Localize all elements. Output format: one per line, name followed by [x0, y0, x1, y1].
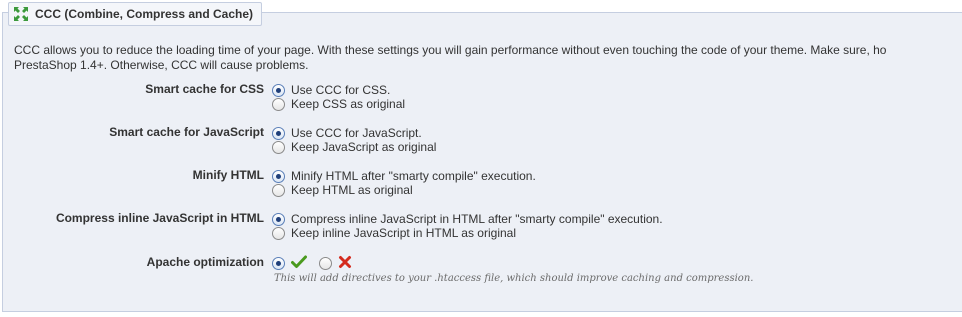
description-line-1: CCC allows you to reduce the loading tim… [14, 43, 887, 57]
option-css-keep-original[interactable]: Keep CSS as original [272, 96, 405, 112]
radio-keep-html-original[interactable] [272, 183, 285, 197]
radio-js-keep-original[interactable] [272, 140, 285, 154]
setting-label-css: Smart cache for CSS [145, 82, 264, 96]
setting-label-minify-html: Minify HTML [192, 168, 264, 182]
description-line-2: PrestaShop 1.4+. Otherwise, CCC will cau… [14, 58, 309, 72]
section-legend: CCC (Combine, Compress and Cache) [8, 2, 263, 26]
option-text: Keep HTML as original [291, 183, 413, 197]
option-text: Use CCC for CSS. [291, 83, 391, 97]
option-keep-inline-js-original[interactable]: Keep inline JavaScript in HTML as origin… [272, 225, 516, 241]
radio-css-keep-original[interactable] [272, 97, 285, 111]
apache-toggle [272, 255, 352, 271]
arrows-compress-icon [13, 6, 29, 22]
radio-minify-html[interactable] [272, 169, 285, 183]
section-title: CCC (Combine, Compress and Cache) [35, 7, 254, 21]
setting-label-apache: Apache optimization [146, 255, 264, 269]
option-text: Compress inline JavaScript in HTML after… [291, 212, 663, 226]
section-description: CCC allows you to reduce the loading tim… [14, 43, 962, 73]
radio-keep-inline-js-original[interactable] [272, 226, 285, 240]
setting-label-compress-inline-js: Compress inline JavaScript in HTML [55, 211, 264, 225]
cross-icon [338, 255, 352, 272]
radio-js-use-ccc[interactable] [272, 126, 285, 140]
check-icon [291, 255, 307, 272]
radio-compress-inline-js[interactable] [272, 212, 285, 226]
setting-label-js: Smart cache for JavaScript [109, 125, 264, 139]
option-text: Keep JavaScript as original [291, 140, 437, 154]
option-text: Minify HTML after "smarty compile" execu… [291, 169, 536, 183]
option-text: Keep CSS as original [291, 97, 406, 111]
option-keep-html-original[interactable]: Keep HTML as original [272, 182, 413, 198]
radio-css-use-ccc[interactable] [272, 83, 285, 97]
option-text: Use CCC for JavaScript. [291, 126, 422, 140]
radio-apache-no[interactable] [319, 256, 332, 270]
radio-apache-yes[interactable] [272, 256, 285, 270]
option-text: Keep inline JavaScript in HTML as origin… [291, 226, 516, 240]
apache-hint: This will add directives to your .htacce… [274, 273, 754, 284]
option-js-keep-original[interactable]: Keep JavaScript as original [272, 139, 436, 155]
